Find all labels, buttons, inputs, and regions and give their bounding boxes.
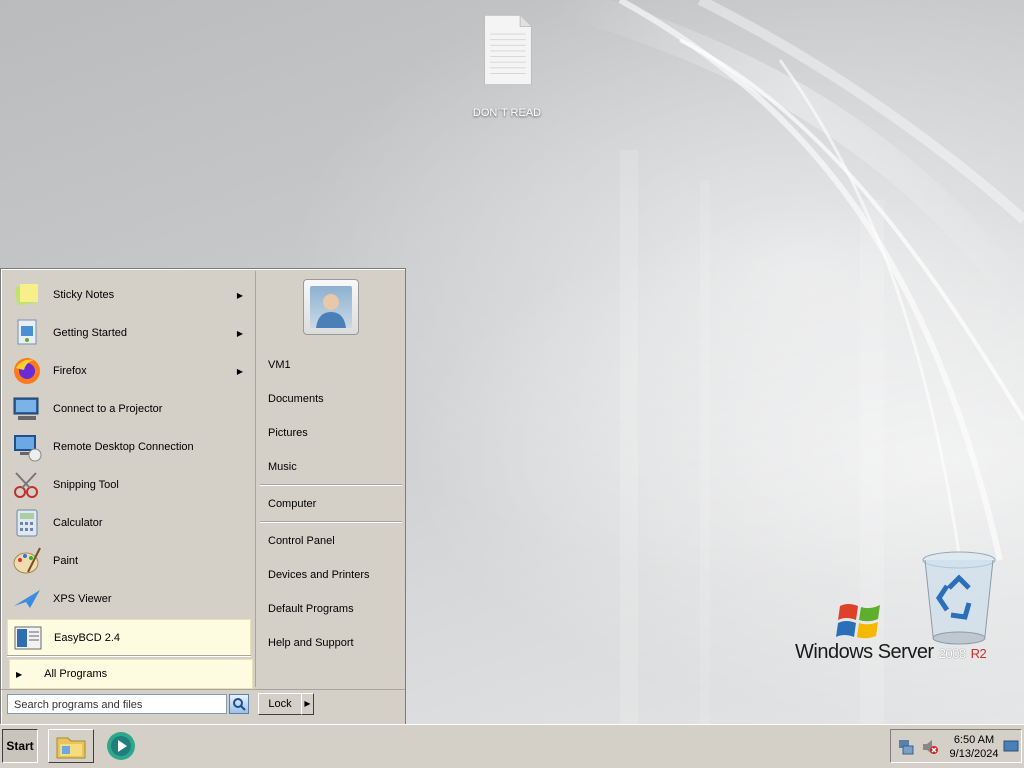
- program-connect-projector[interactable]: Connect to a Projector: [7, 391, 251, 427]
- sticky-notes-icon: [11, 279, 43, 311]
- calculator-icon: [11, 507, 43, 539]
- network-icon[interactable]: [897, 738, 915, 759]
- start-menu-bottom: Search programs and files Lock ▶: [1, 689, 405, 725]
- taskbar: Start 6:50 AM 9/13/2024: [0, 724, 1024, 768]
- show-desktop-icon[interactable]: [1003, 738, 1019, 757]
- search-input[interactable]: Search programs and files: [7, 694, 227, 714]
- search-button[interactable]: [229, 694, 249, 714]
- program-label: XPS Viewer: [53, 593, 112, 605]
- program-paint[interactable]: Paint: [7, 543, 251, 579]
- submenu-arrow-icon: ▶: [236, 290, 243, 300]
- desktop-recycle-bin[interactable]: [914, 548, 1004, 651]
- shutdown-options-button[interactable]: ▶: [301, 693, 314, 715]
- volume-muted-icon[interactable]: [921, 738, 939, 759]
- program-getting-started[interactable]: Getting Started ▶: [7, 315, 251, 351]
- program-remote-desktop[interactable]: Remote Desktop Connection: [7, 429, 251, 465]
- lock-button[interactable]: Lock: [258, 693, 302, 715]
- taskbar-media-player[interactable]: [98, 729, 144, 763]
- program-sticky-notes[interactable]: Sticky Notes ▶: [7, 277, 251, 313]
- place-pictures[interactable]: Pictures: [268, 427, 308, 439]
- program-firefox[interactable]: Firefox ▶: [7, 353, 251, 389]
- search-icon: [233, 698, 246, 711]
- windows-explorer-icon: [56, 737, 86, 759]
- user-picture[interactable]: [303, 279, 359, 335]
- program-label: Remote Desktop Connection: [53, 441, 194, 453]
- program-easybcd[interactable]: EasyBCD 2.4: [7, 619, 251, 657]
- easybcd-icon: [12, 622, 44, 654]
- program-label: EasyBCD 2.4: [54, 632, 121, 644]
- paint-icon: [11, 545, 43, 577]
- windows-flag-logo: [836, 604, 880, 639]
- expand-arrow-icon: ▶: [16, 669, 23, 679]
- place-user-folder[interactable]: VM1: [268, 359, 291, 371]
- remote-desktop-icon: [11, 431, 43, 463]
- submenu-arrow-icon: ▶: [236, 366, 243, 376]
- brand-product: Windows Server: [795, 641, 934, 663]
- chevron-right-icon: ▶: [304, 699, 311, 708]
- start-menu-programs: Sticky Notes ▶ Getting Started ▶ Firefox…: [3, 271, 253, 689]
- program-xps-viewer[interactable]: XPS Viewer: [7, 581, 251, 617]
- projector-icon: [11, 393, 43, 425]
- program-label: Sticky Notes: [53, 289, 115, 301]
- desktop-file-dont-read[interactable]: DON´T READ: [462, 10, 552, 119]
- place-computer[interactable]: Computer: [268, 498, 316, 510]
- clock-date: 9/13/2024: [949, 748, 999, 760]
- start-button[interactable]: Start: [2, 729, 38, 763]
- user-avatar-icon: [310, 286, 352, 328]
- place-devices-printers[interactable]: Devices and Printers: [268, 569, 370, 581]
- place-control-panel[interactable]: Control Panel: [268, 535, 335, 547]
- program-label: Getting Started: [53, 327, 127, 339]
- places-separator-2: [260, 521, 402, 523]
- place-default-programs[interactable]: Default Programs: [268, 603, 354, 615]
- media-player-icon: [107, 732, 135, 760]
- program-label: Calculator: [53, 517, 103, 529]
- taskbar-windows-explorer[interactable]: [48, 729, 94, 763]
- text-file-icon: [484, 14, 532, 86]
- brand-edition: R2: [970, 646, 987, 661]
- desktop-file-label: DON´T READ: [472, 107, 542, 119]
- place-music[interactable]: Music: [268, 461, 297, 473]
- place-documents[interactable]: Documents: [268, 393, 324, 405]
- all-programs-button[interactable]: ▶ All Programs: [9, 659, 253, 689]
- places-separator-1: [260, 484, 402, 486]
- firefox-icon: [11, 355, 43, 387]
- program-label: Snipping Tool: [53, 479, 119, 491]
- brand-version: 2008: [938, 646, 966, 661]
- recycle-bin-icon: [922, 551, 996, 645]
- scissors-icon: [11, 469, 43, 501]
- windows-server-brand: Windows Server 2008 R2: [795, 641, 987, 664]
- xps-viewer-icon: [11, 583, 43, 615]
- submenu-arrow-icon: ▶: [236, 328, 243, 338]
- clock-time: 6:50 AM: [953, 734, 995, 746]
- place-help-support[interactable]: Help and Support: [268, 637, 354, 649]
- programs-separator: [7, 655, 251, 657]
- getting-started-icon: [11, 317, 43, 349]
- start-menu: Sticky Notes ▶ Getting Started ▶ Firefox…: [0, 268, 406, 725]
- program-label: Connect to a Projector: [53, 403, 163, 415]
- clock[interactable]: 6:50 AM 9/13/2024: [949, 733, 999, 761]
- program-snipping-tool[interactable]: Snipping Tool: [7, 467, 251, 503]
- all-programs-label: All Programs: [44, 668, 108, 680]
- start-menu-places: VM1 Documents Pictures Music Computer Co…: [255, 271, 404, 687]
- system-tray: 6:50 AM 9/13/2024: [890, 729, 1022, 763]
- program-label: Firefox: [53, 365, 87, 377]
- program-label: Paint: [53, 555, 79, 567]
- program-calculator[interactable]: Calculator: [7, 505, 251, 541]
